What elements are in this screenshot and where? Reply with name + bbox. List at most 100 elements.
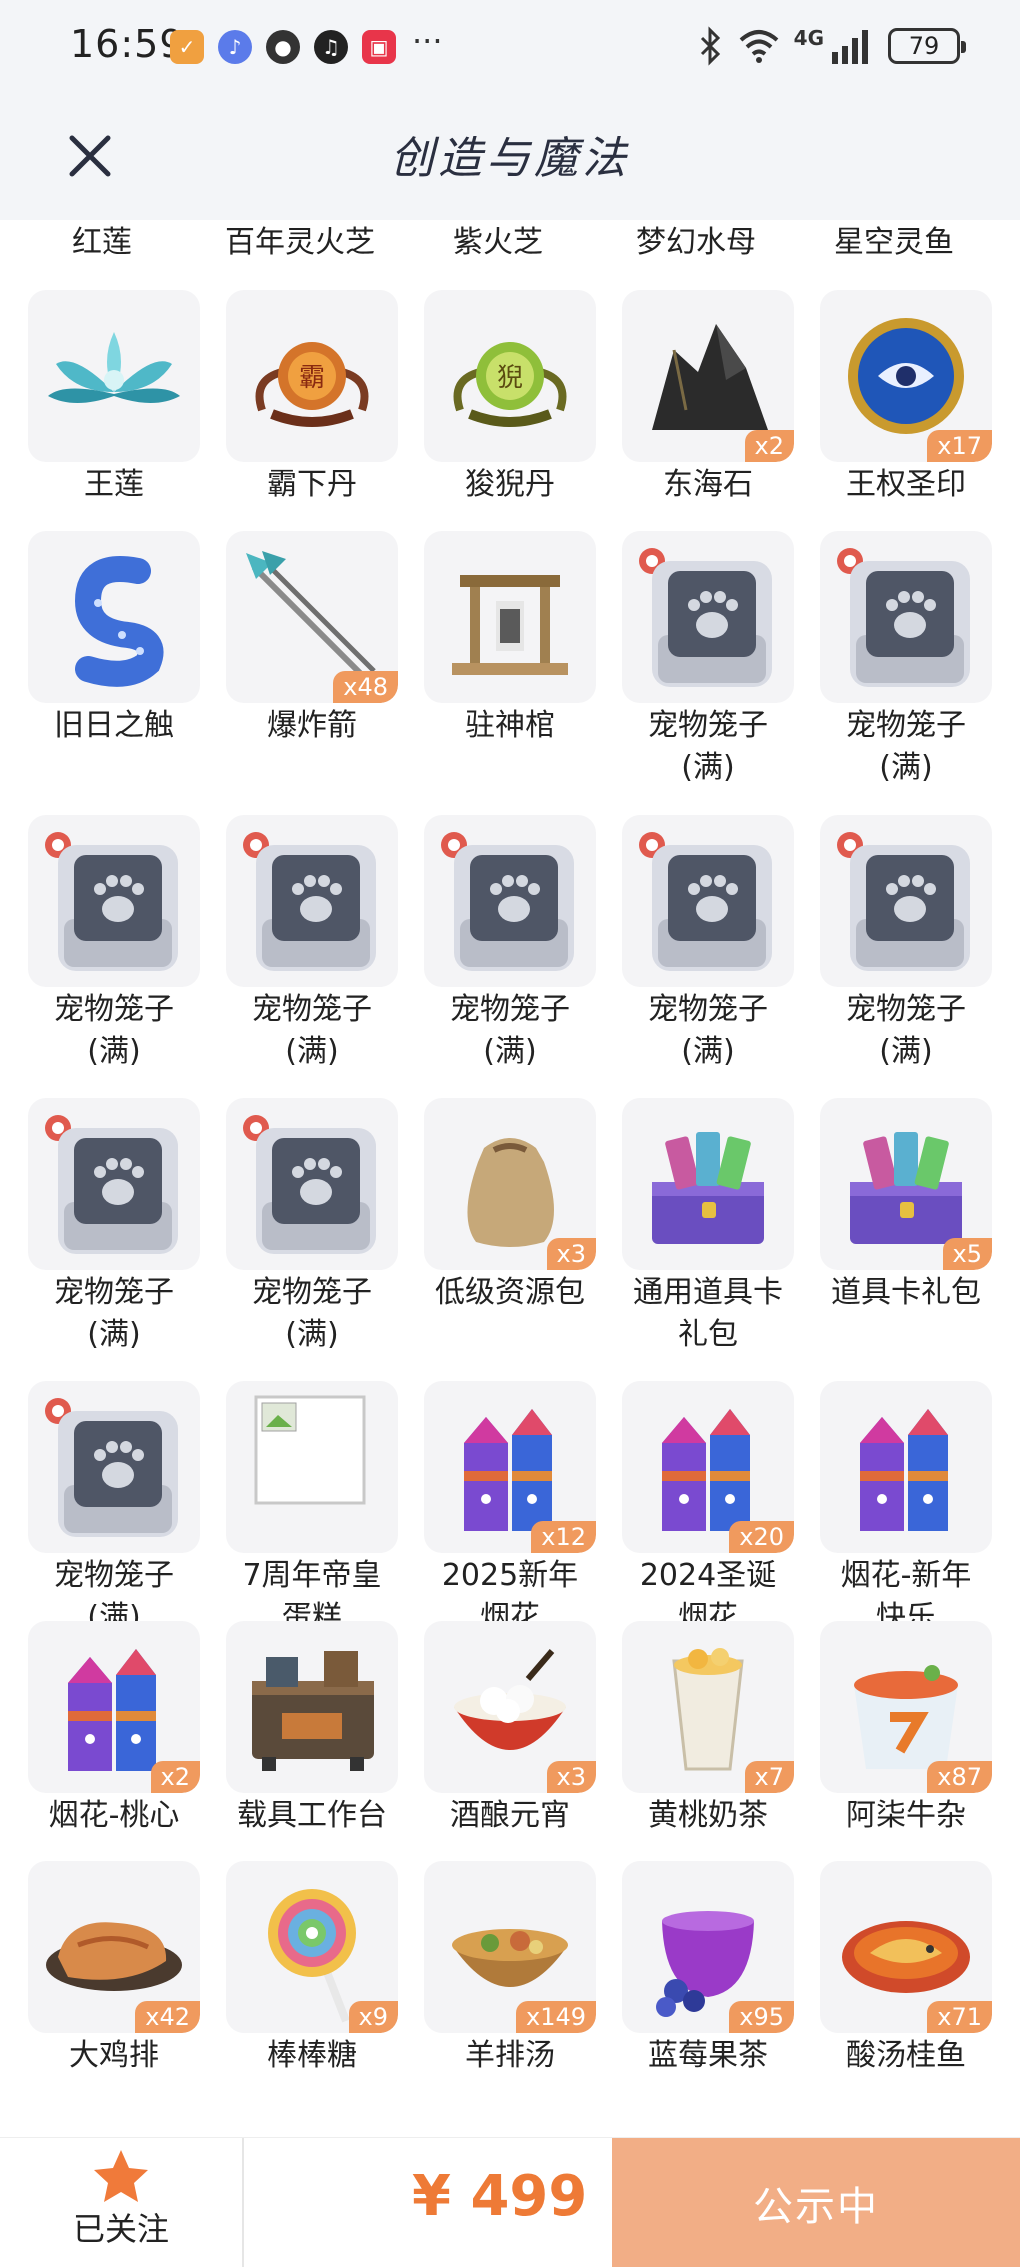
inventory-item[interactable]: 宠物笼子 (满) xyxy=(424,815,596,1073)
inventory-item[interactable]: 宠物笼子 (满) xyxy=(28,815,200,1073)
item-tile[interactable]: x71 xyxy=(820,1861,992,2033)
quantity-badge: x71 xyxy=(927,2001,992,2033)
item-label: 星空灵鱼 xyxy=(834,225,954,260)
green-pill-icon: 猊 xyxy=(453,342,567,427)
item-label: 王权圣印 xyxy=(846,467,966,502)
item-tile[interactable] xyxy=(28,290,200,462)
item-tile[interactable] xyxy=(820,531,992,703)
item-tile[interactable]: 猊 xyxy=(424,290,596,462)
inventory-item[interactable]: x2 东海石 xyxy=(622,290,794,506)
item-label: 宠物笼子 (满) xyxy=(252,992,372,1069)
item-tile[interactable] xyxy=(28,1098,200,1270)
inventory-item[interactable]: x87 阿柒牛杂 xyxy=(820,1621,992,1837)
inventory-item[interactable]: 宠物笼子 (满) xyxy=(28,1098,200,1356)
quantity-badge: x48 xyxy=(333,671,398,703)
inventory-item[interactable]: 通用道具卡 礼包 xyxy=(622,1098,794,1356)
inventory-item[interactable]: 旧日之触 xyxy=(28,531,200,747)
item-label: 低级资源包 xyxy=(435,1275,585,1310)
fireworks-icon xyxy=(860,1409,948,1531)
inventory-item[interactable]: x12 2025新年 烟花 xyxy=(424,1381,596,1639)
inventory-item[interactable]: 驻神棺 xyxy=(424,531,596,747)
item-label: 酸汤桂鱼 xyxy=(846,2038,966,2073)
pet-cage-icon xyxy=(243,1115,376,1254)
inventory-item[interactable]: 宠物笼子 (满) xyxy=(622,531,794,789)
item-tile[interactable]: x9 xyxy=(226,1861,398,2033)
item-tile[interactable]: x3 xyxy=(424,1621,596,1793)
inventory-item[interactable]: x42 大鸡排 xyxy=(28,1861,200,2077)
item-label: 通用道具卡 礼包 xyxy=(633,1275,783,1352)
inventory-item[interactable]: x149 羊排汤 xyxy=(424,1861,596,2077)
item-tile[interactable]: x20 xyxy=(622,1381,794,1553)
inventory-item[interactable]: 宠物笼子 (满) xyxy=(226,1098,398,1356)
item-grid[interactable]: 红莲 百年灵火芝 紫火芝 梦幻水母 星空灵鱼 王莲霸霸下丹猊狻猊丹 x2 东海石 x17 王权圣印… xyxy=(0,220,1020,2137)
item-label: 宠物笼子 (满) xyxy=(450,992,570,1069)
inventory-item[interactable]: 宠物笼子 (满) xyxy=(820,531,992,789)
item-tile[interactable] xyxy=(622,815,794,987)
quantity-badge: x2 xyxy=(744,430,794,462)
item-tile[interactable] xyxy=(820,1381,992,1553)
item-tile[interactable] xyxy=(28,531,200,703)
item-label: 宠物笼子 (满) xyxy=(54,1275,174,1352)
music-app-icon: ♪ xyxy=(218,30,252,64)
inventory-item[interactable]: 霸霸下丹 xyxy=(226,290,398,506)
inventory-item[interactable]: 猊狻猊丹 xyxy=(424,290,596,506)
inventory-item[interactable]: 宠物笼子 (满) xyxy=(820,815,992,1073)
item-tile[interactable]: x87 xyxy=(820,1621,992,1793)
inventory-item[interactable]: 宠物笼子 (满) xyxy=(28,1381,200,1639)
red-pill-icon: 霸 xyxy=(255,342,369,427)
inventory-item[interactable]: 宠物笼子 (满) xyxy=(226,815,398,1073)
inventory-item[interactable]: 宠物笼子 (满) xyxy=(622,815,794,1073)
inventory-item[interactable]: x7 黄桃奶茶 xyxy=(622,1621,794,1837)
item-tile[interactable]: x149 xyxy=(424,1861,596,2033)
pet-cage-icon xyxy=(639,832,772,971)
inventory-item[interactable]: x48 爆炸箭 xyxy=(226,531,398,747)
item-tile[interactable]: x2 xyxy=(28,1621,200,1793)
battery-icon: 79 xyxy=(888,28,966,64)
item-tile[interactable]: x3 xyxy=(424,1098,596,1270)
inventory-item[interactable]: 王莲 xyxy=(28,290,200,506)
item-label: 载具工作台 xyxy=(237,1798,387,1833)
item-tile[interactable] xyxy=(622,531,794,703)
item-tile[interactable] xyxy=(424,815,596,987)
item-tile[interactable]: x5 xyxy=(820,1098,992,1270)
quantity-badge: x149 xyxy=(515,2001,596,2033)
inventory-item[interactable]: x5 道具卡礼包 xyxy=(820,1098,992,1314)
system-indicators: 4G 79 xyxy=(698,26,966,66)
item-tile[interactable] xyxy=(226,1621,398,1793)
item-tile[interactable] xyxy=(820,815,992,987)
inventory-item[interactable]: x9 棒棒糖 xyxy=(226,1861,398,2077)
item-tile[interactable] xyxy=(622,1098,794,1270)
inventory-item[interactable]: 7周年帝皇 蛋糕 xyxy=(226,1381,398,1639)
inventory-item[interactable]: x3 酒酿元宵 xyxy=(424,1621,596,1837)
status-bar: 16:59 ✓ ♪ ● ♫ ▣ ··· 4G 79 xyxy=(0,0,1020,100)
item-tile[interactable]: x48 xyxy=(226,531,398,703)
inventory-item[interactable]: x71 酸汤桂鱼 xyxy=(820,1861,992,2077)
quantity-badge: x9 xyxy=(348,2001,398,2033)
tiktok-icon: ♫ xyxy=(314,30,348,64)
item-tile[interactable]: 霸 xyxy=(226,290,398,462)
item-tile[interactable]: x17 xyxy=(820,290,992,462)
item-tile[interactable] xyxy=(226,815,398,987)
status-button[interactable]: 公示中 xyxy=(612,2138,1020,2267)
inventory-item[interactable]: x3 低级资源包 xyxy=(424,1098,596,1314)
inventory-item[interactable]: x2 烟花-桃心 xyxy=(28,1621,200,1837)
item-tile[interactable]: x2 xyxy=(622,290,794,462)
item-tile[interactable] xyxy=(28,815,200,987)
follow-button[interactable]: 已关注 xyxy=(0,2138,242,2267)
inventory-item[interactable]: x17 王权圣印 xyxy=(820,290,992,506)
item-tile[interactable]: x7 xyxy=(622,1621,794,1793)
signal-icon xyxy=(832,30,868,64)
inventory-item[interactable]: x20 2024圣诞 烟花 xyxy=(622,1381,794,1639)
item-tile[interactable] xyxy=(226,1098,398,1270)
item-label: 道具卡礼包 xyxy=(831,1275,981,1310)
item-tile[interactable]: x12 xyxy=(424,1381,596,1553)
item-tile[interactable] xyxy=(28,1381,200,1553)
inventory-item[interactable]: x95 蓝莓果茶 xyxy=(622,1861,794,2077)
item-tile[interactable] xyxy=(226,1381,398,1553)
item-tile[interactable]: x42 xyxy=(28,1861,200,2033)
item-tile[interactable] xyxy=(424,531,596,703)
inventory-item[interactable]: 烟花-新年 快乐 xyxy=(820,1381,992,1639)
item-tile[interactable]: x95 xyxy=(622,1861,794,2033)
quantity-badge: x20 xyxy=(729,1521,794,1553)
inventory-item[interactable]: 载具工作台 xyxy=(226,1621,398,1837)
